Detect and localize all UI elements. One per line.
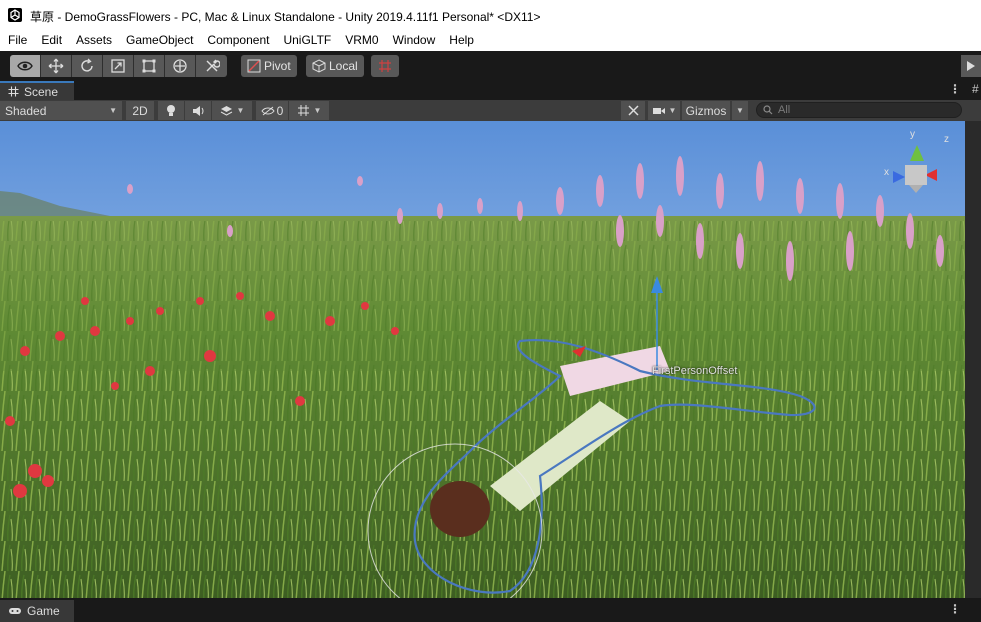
menu-component[interactable]: Component: [200, 31, 276, 51]
menu-edit[interactable]: Edit: [34, 31, 69, 51]
scene-panel-menu-icon[interactable]: ⋮: [949, 82, 961, 96]
eye-icon: [17, 61, 33, 71]
tab-scene-label: Scene: [24, 84, 59, 99]
menu-vrm0[interactable]: VRM0: [338, 31, 385, 51]
tab-scene[interactable]: Scene: [0, 81, 74, 100]
camera-icon: [652, 107, 665, 114]
scene-render: [0, 121, 965, 598]
gizmo-x-label: x: [884, 167, 889, 178]
object-label: FirstPersonOffset: [652, 365, 738, 377]
menu-file[interactable]: File: [0, 31, 34, 51]
pivot-icon: [247, 59, 261, 73]
grid-visibility-dropdown[interactable]: ▼: [289, 101, 329, 120]
transform-tools: [10, 55, 227, 77]
scene-search-input[interactable]: All: [756, 102, 962, 118]
scene-tools-button[interactable]: [621, 101, 645, 120]
scene-viewport[interactable]: FirstPersonOffset y x z: [0, 121, 965, 598]
custom-tools-button[interactable]: [196, 55, 227, 77]
grid-snap-icon: [379, 60, 391, 72]
speaker-icon: [192, 105, 203, 116]
play-button[interactable]: [961, 55, 981, 77]
lightbulb-icon: [167, 105, 175, 116]
gizmos-button[interactable]: Gizmos: [682, 101, 730, 120]
play-icon: [967, 61, 975, 71]
gamepad-icon: [9, 608, 21, 614]
gizmo-z-label: z: [944, 134, 949, 145]
window-title: 草原 - DemoGrassFlowers - PC, Mac & Linux …: [30, 10, 541, 24]
rotate-tool-button[interactable]: [72, 55, 103, 77]
gizmos-dropdown[interactable]: ▼: [732, 101, 748, 120]
tab-game-label: Game: [27, 604, 60, 618]
chevron-down-icon: ▼: [668, 106, 677, 115]
menu-window[interactable]: Window: [386, 31, 443, 51]
effects-layers-icon: [220, 105, 232, 116]
scale-icon: [111, 59, 125, 73]
menu-gameobject[interactable]: GameObject: [119, 31, 200, 51]
local-cube-icon: [312, 59, 326, 73]
wrench-cross-icon: [627, 105, 639, 116]
unity-logo-icon: [8, 8, 22, 22]
transform-icon: [173, 59, 187, 73]
grid-hash-icon: [8, 86, 19, 97]
gizmos-label: Gizmos: [685, 103, 727, 118]
game-panel-menu-icon[interactable]: ⋮: [949, 602, 961, 616]
scene-tab-strip: Scene ⋮ #: [0, 80, 981, 100]
search-icon: [763, 105, 773, 115]
menu-bar: File Edit Assets GameObject Component Un…: [0, 31, 981, 51]
scene-visibility-toggle[interactable]: 0: [256, 101, 288, 120]
main-toolbar: Pivot Local: [0, 51, 981, 80]
hidden-count: 0: [276, 103, 284, 118]
local-toggle-button[interactable]: Local: [306, 55, 364, 77]
side-panel-hash-icon: #: [972, 82, 979, 96]
game-tab-strip: Game ⋮: [0, 598, 981, 622]
scale-tool-button[interactable]: [103, 55, 134, 77]
tab-game[interactable]: Game: [0, 600, 74, 622]
grid-snap-button[interactable]: [371, 55, 399, 77]
local-label: Local: [329, 59, 358, 73]
rotate-icon: [81, 58, 93, 72]
menu-assets[interactable]: Assets: [69, 31, 119, 51]
rect-tool-button[interactable]: [134, 55, 165, 77]
gizmo-y-label: y: [910, 129, 915, 140]
draw-mode-value: Shaded: [5, 103, 47, 118]
menu-unigltf[interactable]: UniGLTF: [276, 31, 338, 51]
chevron-down-icon: ▼: [236, 106, 245, 115]
menu-help[interactable]: Help: [442, 31, 481, 51]
move-tool-button[interactable]: [41, 55, 72, 77]
grid-icon: [297, 105, 309, 116]
draw-mode-dropdown[interactable]: Shaded ▼: [0, 101, 122, 120]
chevron-down-icon: ▼: [736, 106, 744, 115]
scene-lighting-toggle[interactable]: [158, 101, 184, 120]
toggle-2d-button[interactable]: 2D: [126, 101, 154, 120]
right-panel-edge: [965, 121, 981, 598]
scene-view-toolbar: Shaded ▼ 2D ▼ 0 ▼ ▼ Gizmos ▼ All: [0, 100, 981, 122]
hidden-eye-icon: [261, 106, 275, 115]
toggle-2d-label: 2D: [132, 103, 148, 118]
search-placeholder: All: [778, 104, 791, 116]
chevron-down-icon: ▼: [109, 106, 117, 115]
scene-audio-toggle[interactable]: [185, 101, 211, 120]
camera-settings-dropdown[interactable]: ▼: [648, 101, 680, 120]
scene-effects-dropdown[interactable]: ▼: [212, 101, 252, 120]
title-bar: 草原 - DemoGrassFlowers - PC, Mac & Linux …: [0, 0, 981, 31]
view-tool-button[interactable]: [10, 55, 41, 77]
pivot-label: Pivot: [264, 59, 291, 73]
rect-tool-icon: [142, 59, 156, 73]
chevron-down-icon: ▼: [313, 106, 322, 115]
pivot-toggle-button[interactable]: Pivot: [241, 55, 297, 77]
tools-icon: [206, 59, 220, 72]
transform-tool-button[interactable]: [165, 55, 196, 77]
move-icon: [48, 58, 64, 74]
